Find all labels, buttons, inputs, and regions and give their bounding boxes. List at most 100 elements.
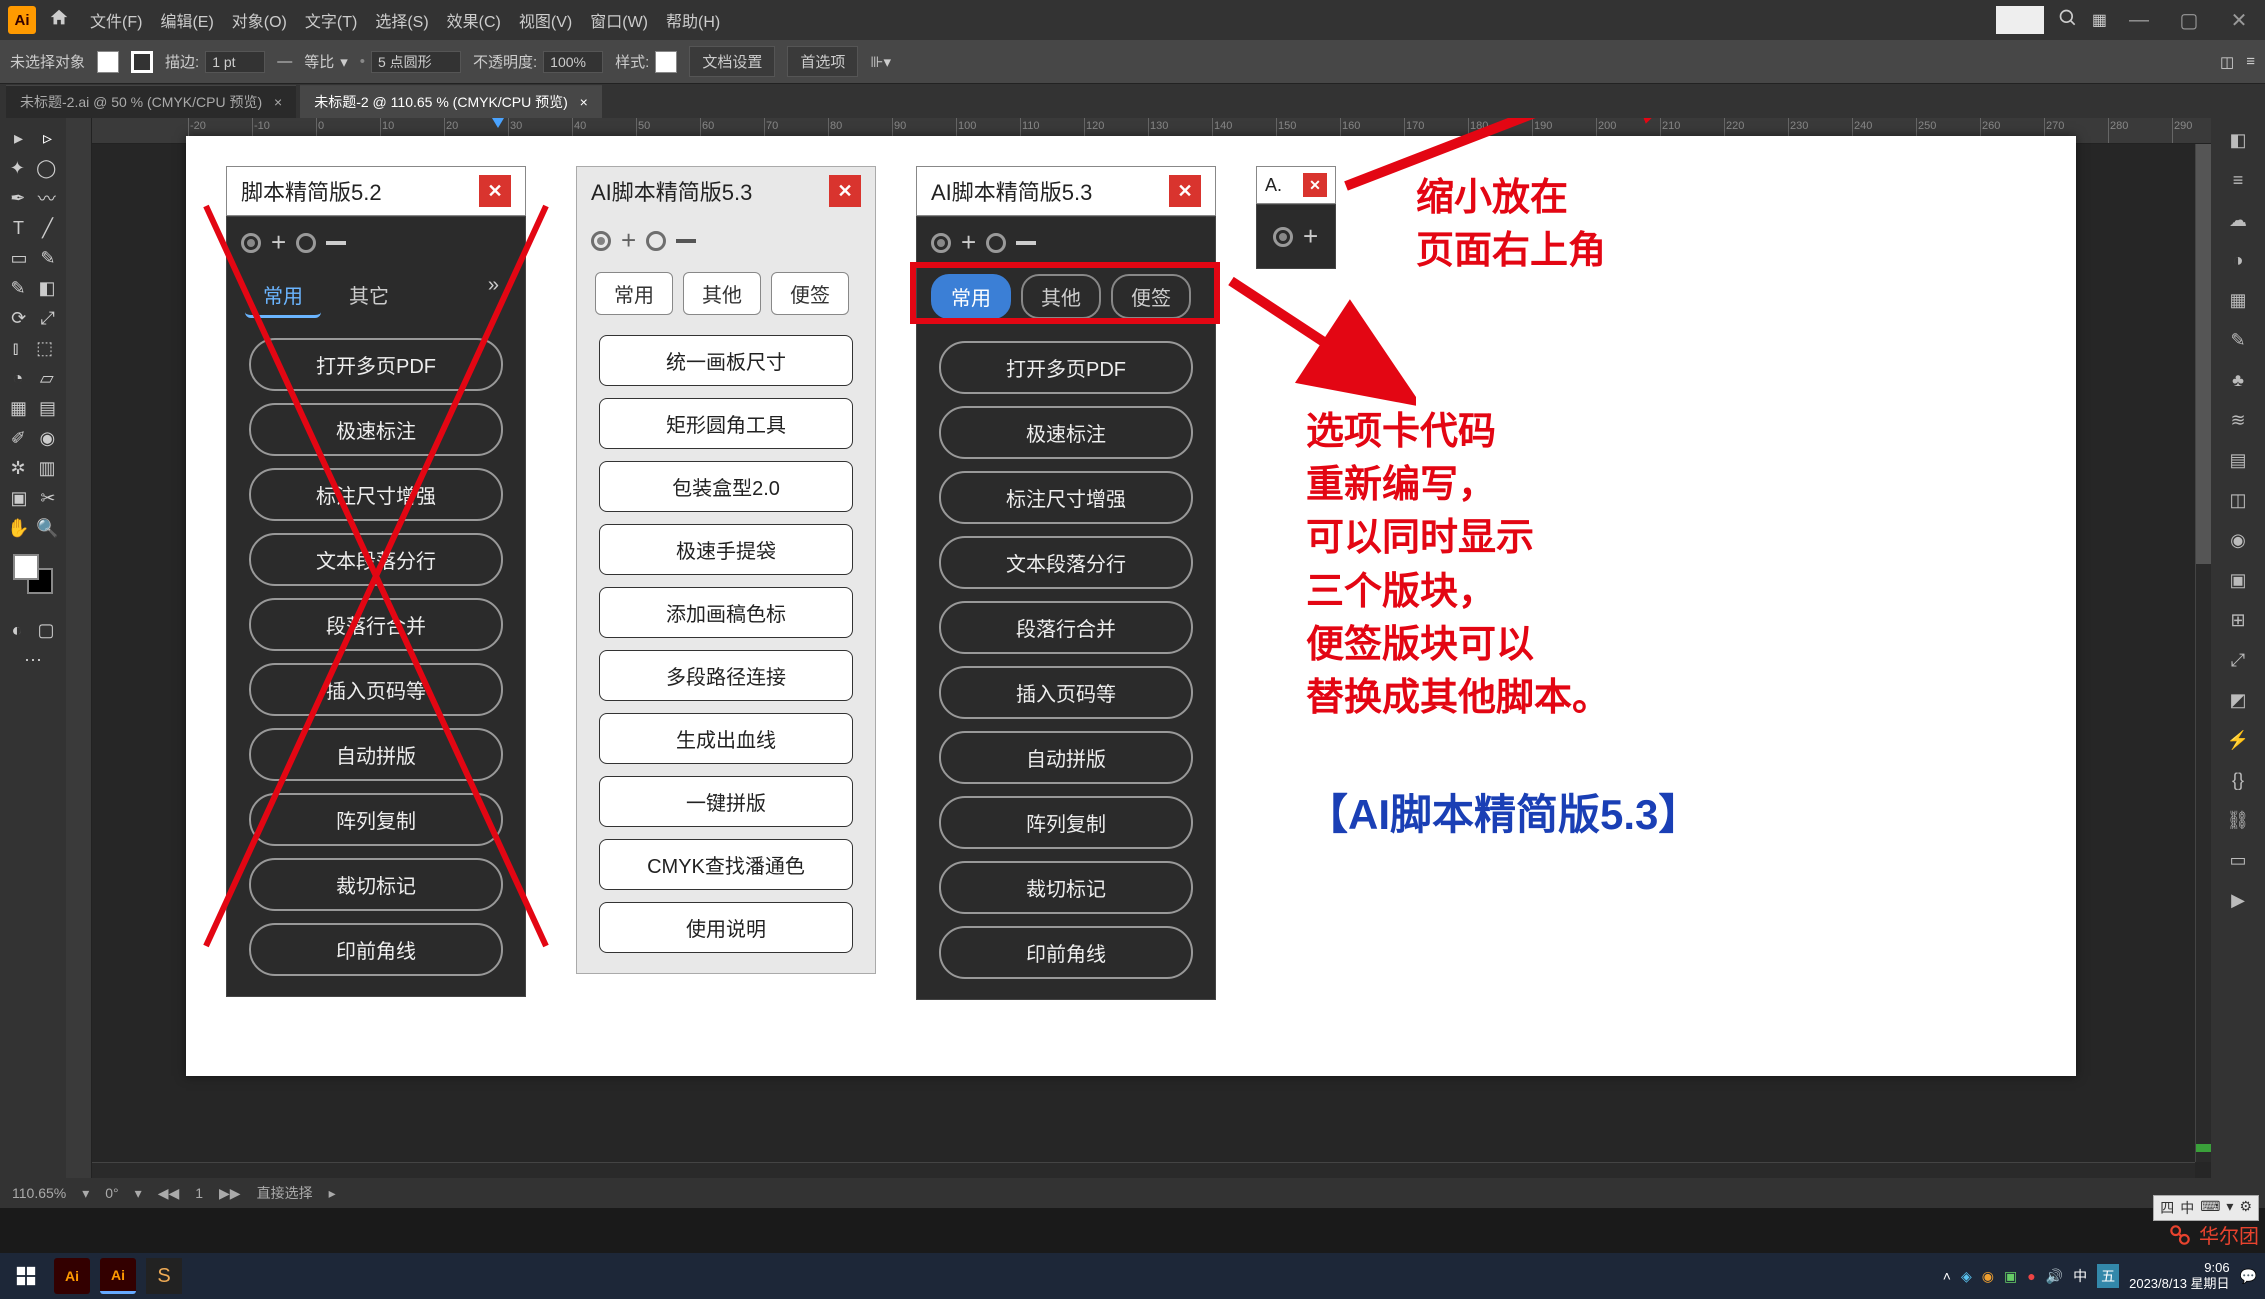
btn-crop-marks[interactable]: 裁切标记 [249, 858, 503, 911]
zoom-display[interactable]: 110.65% [12, 1185, 66, 1201]
menu-file[interactable]: 文件(F) [90, 8, 142, 32]
btn-auto-impose[interactable]: 自动拼版 [939, 731, 1193, 784]
doc-setup-button[interactable]: 文档设置 [689, 46, 775, 77]
style-swatch[interactable] [655, 51, 677, 73]
btn-rect-corner[interactable]: 矩形圆角工具 [599, 398, 853, 449]
radio-off-icon[interactable] [986, 233, 1006, 253]
btn-insert-pagenum[interactable]: 插入页码等 [249, 663, 503, 716]
menu-select[interactable]: 选择(S) [375, 8, 428, 32]
radio-off-icon[interactable] [296, 233, 316, 253]
btn-multi-path-join[interactable]: 多段路径连接 [599, 650, 853, 701]
opacity-input[interactable] [543, 51, 603, 73]
swatches-panel-icon[interactable]: ▦ [2222, 284, 2254, 316]
scale-tool[interactable]: ⤢ [40, 308, 54, 329]
clock[interactable]: 9:06 2023/8/13 星期日 [2129, 1260, 2229, 1291]
btn-fast-annotate[interactable]: 极速标注 [939, 406, 1193, 459]
panel-menu-icon[interactable]: ≡ [2246, 53, 2255, 71]
panel-53l-close[interactable]: ✕ [829, 175, 861, 207]
tab-common[interactable]: 常用 [245, 274, 321, 318]
btn-auto-impose[interactable]: 自动拼版 [249, 728, 503, 781]
radio-on-icon[interactable] [591, 231, 611, 251]
radio-off-icon[interactable] [646, 231, 666, 251]
tray-icon[interactable]: ● [2027, 1268, 2035, 1284]
layers-panel-icon[interactable]: ≡ [2222, 164, 2254, 196]
color-swatches[interactable] [13, 554, 53, 594]
panel-53d-close[interactable]: ✕ [1169, 175, 1201, 207]
search-box[interactable] [1996, 6, 2044, 34]
curvature-tool[interactable]: 〰 [38, 185, 56, 211]
artboards-panel-icon[interactable]: ▭ [2222, 844, 2254, 876]
menu-window[interactable]: 窗口(W) [590, 8, 648, 32]
tab-notes[interactable]: 便签 [771, 272, 849, 315]
color-panel-icon[interactable]: ◑ [2222, 244, 2254, 276]
close-icon[interactable]: × [274, 94, 282, 110]
artboard-nav-prev[interactable]: ◀◀ [158, 1185, 180, 1202]
slice-tool[interactable]: ✂ [40, 488, 55, 509]
btn-insert-pagenum[interactable]: 插入页码等 [939, 666, 1193, 719]
tab-common[interactable]: 常用 [595, 272, 673, 315]
btn-text-split[interactable]: 文本段落分行 [939, 536, 1193, 589]
maximize-button[interactable]: ▢ [2171, 10, 2207, 30]
rotate-tool[interactable]: ⟳ [11, 308, 26, 329]
magic-wand-tool[interactable]: ✦ [10, 158, 25, 179]
plus-icon[interactable]: + [961, 227, 976, 258]
symbols-panel-icon[interactable]: ♣ [2222, 364, 2254, 396]
rotate-display[interactable]: 0° [105, 1185, 118, 1201]
play-panel-icon[interactable]: ▶ [2222, 884, 2254, 916]
menu-edit[interactable]: 编辑(E) [160, 8, 213, 32]
menu-effect[interactable]: 效果(C) [447, 8, 501, 32]
transform-panel-icon[interactable]: ⤢ [2222, 644, 2254, 676]
menu-object[interactable]: 对象(O) [232, 8, 287, 32]
menu-help[interactable]: 帮助(H) [666, 8, 720, 32]
minus-icon[interactable] [1016, 241, 1036, 245]
home-icon[interactable] [48, 7, 74, 33]
btn-array-copy[interactable]: 阵列复制 [939, 796, 1193, 849]
tab-other[interactable]: 其它 [331, 274, 407, 318]
fill-swatch[interactable] [97, 51, 119, 73]
transparency-panel-icon[interactable]: ◫ [2222, 484, 2254, 516]
eyedropper-tool[interactable]: ✐ [11, 428, 26, 449]
panel-52-close[interactable]: ✕ [479, 175, 511, 207]
mesh-tool[interactable]: ▦ [10, 398, 27, 419]
ime-lang-icon[interactable]: 中 [2073, 1266, 2087, 1286]
ime-bar[interactable]: 四 中 ⌨ ▾ ⚙ [2153, 1195, 2259, 1221]
search-icon[interactable] [2058, 8, 2078, 33]
btn-crop-marks[interactable]: 裁切标记 [939, 861, 1193, 914]
minus-icon[interactable] [676, 239, 696, 243]
draw-mode-icon[interactable]: ◐ [12, 620, 23, 641]
selection-tool[interactable]: ▸ [14, 128, 23, 149]
btn-array-copy[interactable]: 阵列复制 [249, 793, 503, 846]
stroke-opts-icon[interactable]: — [277, 53, 292, 70]
radio-on-icon[interactable] [1273, 227, 1293, 247]
pen-tool[interactable]: ✒ [10, 188, 25, 209]
minimize-button[interactable]: — [2121, 10, 2157, 30]
graphic-styles-panel-icon[interactable]: ▣ [2222, 564, 2254, 596]
btn-bleed-line[interactable]: 生成出血线 [599, 713, 853, 764]
libraries-panel-icon[interactable]: ☁ [2222, 204, 2254, 236]
btn-cmyk-pantone[interactable]: CMYK查找潘通色 [599, 839, 853, 890]
panel-toggle-icon[interactable]: ◫ [2220, 53, 2234, 71]
artboard-nav-next[interactable]: ▶▶ [219, 1185, 241, 1202]
task-app-3[interactable]: S [146, 1258, 182, 1294]
ime-indicator[interactable]: 五 [2097, 1264, 2119, 1288]
prefs-button[interactable]: 首选项 [787, 46, 858, 77]
blend-tool[interactable]: ◉ [39, 428, 55, 449]
menu-type[interactable]: 文字(T) [305, 8, 357, 32]
eraser-tool[interactable]: ◧ [39, 278, 56, 299]
stroke-panel-icon[interactable]: ≋ [2222, 404, 2254, 436]
notification-icon[interactable]: 💬 [2240, 1268, 2257, 1285]
appearance-panel-icon[interactable]: ◉ [2222, 524, 2254, 556]
gradient-panel-icon[interactable]: ▤ [2222, 444, 2254, 476]
pathfinder-panel-icon[interactable]: ◩ [2222, 684, 2254, 716]
task-ai-2[interactable]: Ai [100, 1258, 136, 1294]
canvas[interactable]: -20-100102030405060708090100110120130140… [66, 118, 2211, 1178]
btn-para-merge[interactable]: 段落行合并 [939, 601, 1193, 654]
gradient-tool[interactable]: ▤ [39, 398, 56, 419]
free-transform-tool[interactable]: ⬚ [36, 338, 53, 359]
btn-unify-artboard[interactable]: 统一画板尺寸 [599, 335, 853, 386]
lasso-tool[interactable]: ◯ [36, 158, 56, 179]
arrange-icon[interactable]: ▦ [2092, 10, 2107, 30]
horizontal-scrollbar[interactable] [92, 1162, 2195, 1178]
align-icon[interactable]: ⊪▾ [870, 53, 891, 71]
perspective-tool[interactable]: ▱ [40, 368, 54, 389]
